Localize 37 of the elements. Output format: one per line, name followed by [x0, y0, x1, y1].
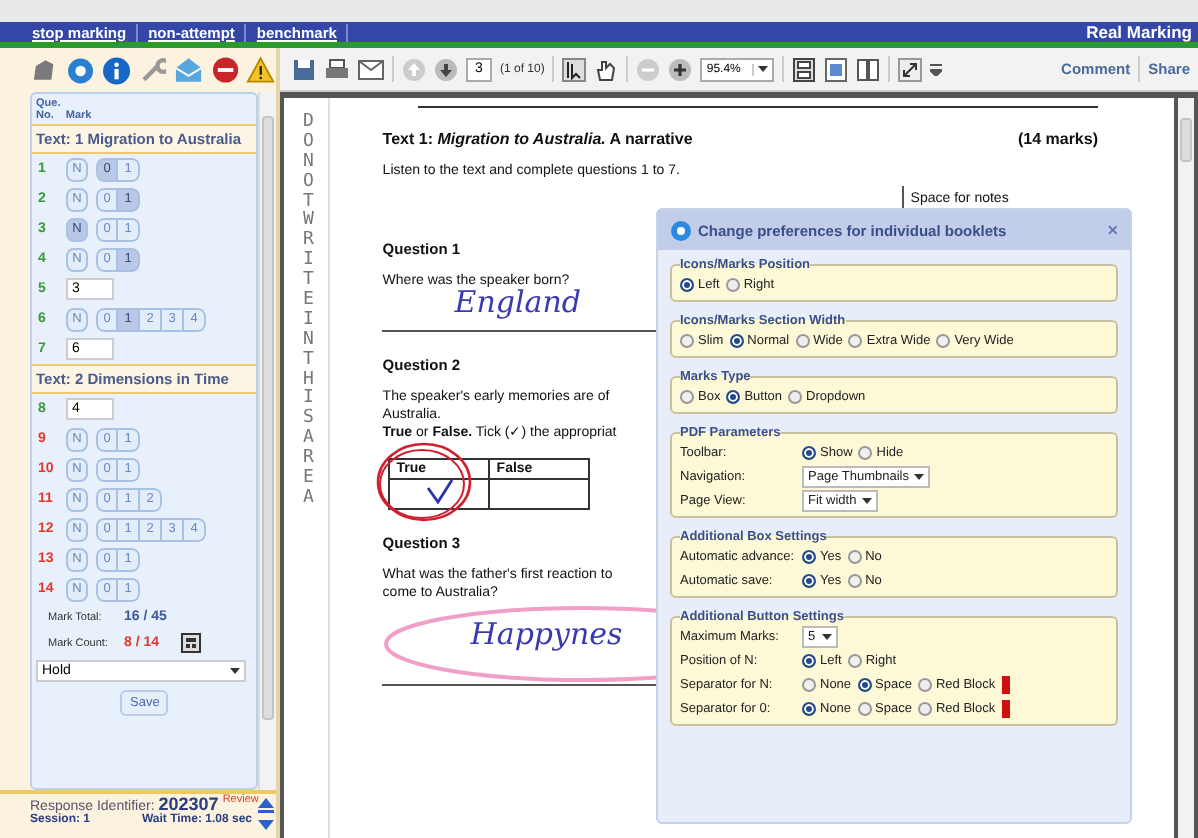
- response-identifier: 202307: [158, 794, 219, 814]
- app-title: Real Marking: [1086, 22, 1192, 42]
- caret-icon: [914, 473, 925, 479]
- caret-icon: [862, 497, 873, 503]
- handwritten-answer: Happynes: [470, 615, 623, 652]
- wrench-icon[interactable]: [139, 56, 167, 84]
- scrollbar[interactable]: [258, 92, 276, 790]
- settings-icon[interactable]: [65, 55, 95, 85]
- select-cursor-icon[interactable]: [562, 57, 587, 81]
- envelope-icon[interactable]: [174, 56, 204, 84]
- stamp-icon[interactable]: [30, 56, 58, 84]
- settings-icon: [670, 219, 692, 241]
- expand-icon[interactable]: [898, 57, 923, 81]
- hand-icon[interactable]: [594, 57, 619, 81]
- fit-page-icon[interactable]: [824, 57, 849, 81]
- two-page-icon[interactable]: [856, 57, 881, 81]
- arrow-down-icon[interactable]: [434, 57, 458, 81]
- marks-text: (14 marks): [1017, 130, 1098, 148]
- circle-mark: [372, 438, 477, 527]
- caret-icon: [821, 633, 832, 639]
- info-icon[interactable]: [102, 55, 132, 85]
- save-icon[interactable]: [292, 57, 316, 81]
- caret-icon: [230, 668, 240, 674]
- caret-icon[interactable]: [930, 63, 943, 75]
- print-icon[interactable]: [324, 57, 350, 81]
- caret-icon: [758, 65, 769, 71]
- up-down-arrows-icon[interactable]: [258, 798, 274, 830]
- handwritten-answer: England: [454, 288, 584, 318]
- stop-sign-icon[interactable]: [211, 56, 239, 84]
- scrollbar[interactable]: [1178, 98, 1194, 838]
- calculator-icon[interactable]: [179, 632, 202, 654]
- document-heading: Text 1: Migration to Australia. A narrative: [382, 130, 693, 148]
- single-page-icon[interactable]: [792, 57, 817, 81]
- warning-icon[interactable]: [246, 56, 277, 84]
- zoom-in-icon[interactable]: [668, 57, 693, 81]
- mail-icon[interactable]: [358, 59, 384, 79]
- margin-text: DO NOT WRITE IN THIS AREA: [284, 98, 331, 838]
